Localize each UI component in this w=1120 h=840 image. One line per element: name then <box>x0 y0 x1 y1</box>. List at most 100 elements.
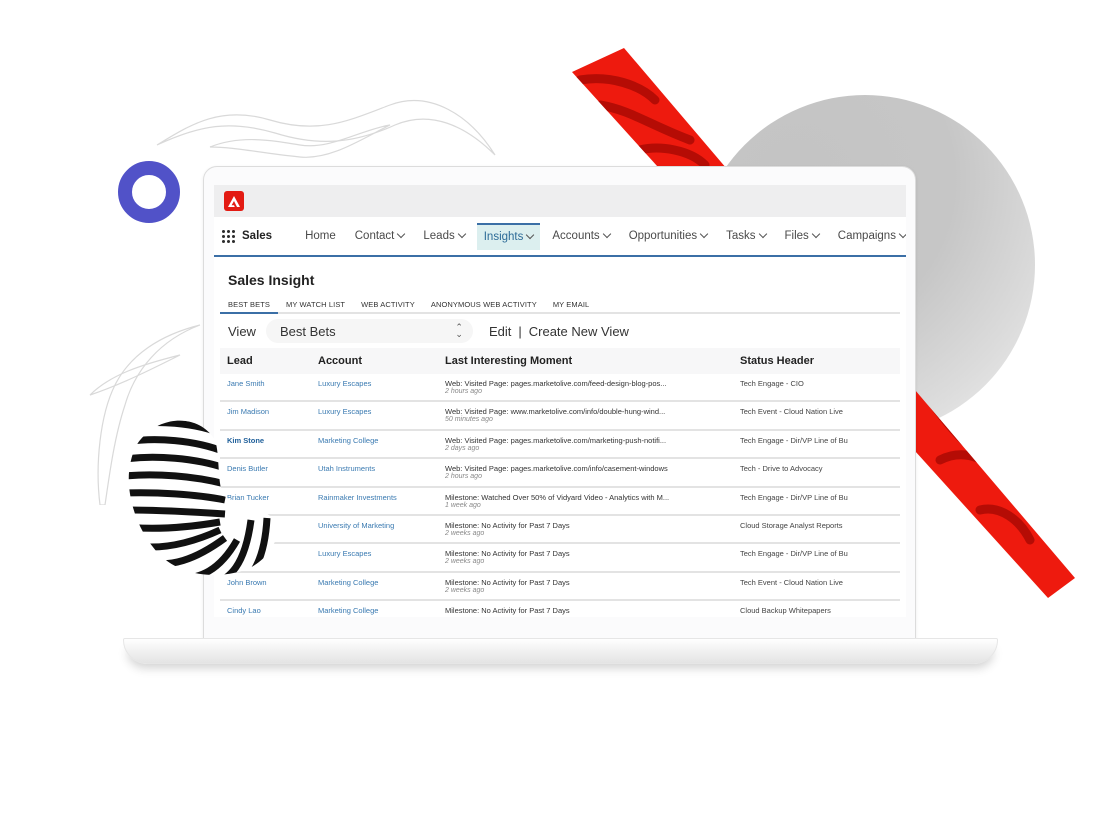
moment-cell: Web: Visited Page: pages.marketolive.com… <box>445 436 740 452</box>
moment-cell: Web: Visited Page: www.marketolive.com/i… <box>445 407 740 423</box>
table-row[interactable]: ...sonLuxury EscapesMilestone: No Activi… <box>220 544 900 573</box>
view-label: View <box>228 323 256 339</box>
status-cell: Tech Engage - CIO <box>740 379 804 388</box>
status-cell: Tech Event - Cloud Nation Live <box>740 407 843 417</box>
status-cell: Tech - Drive to Advocacy <box>740 464 823 474</box>
moment-cell: Milestone: Watched Over 50% of Vidyard V… <box>445 493 740 509</box>
nav-item-leads[interactable]: Leads <box>416 223 471 250</box>
moment-time: 2 weeks ago <box>445 586 485 594</box>
column-header-account[interactable]: Account <box>318 355 445 367</box>
status-cell: Cloud Storage Analyst Reports <box>740 520 843 530</box>
table-row[interactable]: Brian Tucker Rainmaker Investments Milesto… <box>220 488 900 516</box>
account-link[interactable]: Marketing College <box>318 578 445 587</box>
account-link[interactable]: University of Marketing <box>318 521 445 530</box>
lead-link[interactable]: Jane Smith <box>220 379 318 388</box>
app-window: Sales Home Contact Leads Insights Accounts Op… <box>214 185 906 617</box>
view-select[interactable]: Best Bets ⌃ ⌄ <box>265 319 473 343</box>
status-cell: Tech Engage - Dir/VP Line of Bu <box>740 492 848 502</box>
moment-text: Milestone: No Activity for Past 7 Days <box>445 520 570 530</box>
leads-table: Lead Account Last Interesting Moment Sta… <box>220 348 900 617</box>
chevron-down-icon <box>811 229 821 239</box>
moment-cell: Web: Visited Page: pages.marketolive.com… <box>445 379 740 395</box>
nav-item-insights[interactable]: Insights <box>476 222 541 250</box>
subtab-my-email[interactable]: MY EMAIL <box>545 300 598 314</box>
nav-item-files[interactable]: Files <box>778 223 826 250</box>
account-link[interactable]: Marketing College <box>318 436 445 445</box>
moment-time: 1 week ago <box>445 501 481 509</box>
moment-text: Web: Visited Page: pages.marketolive.com… <box>445 379 667 388</box>
top-bar <box>214 185 906 217</box>
account-link[interactable]: Luxury Escapes <box>318 379 445 388</box>
status-cell: Tech Engage - Dir/VP Line of Bu <box>740 549 848 559</box>
page-title: Sales Insight <box>228 272 315 288</box>
chevron-down-icon <box>898 229 906 239</box>
account-link[interactable]: Luxury Escapes <box>318 549 445 558</box>
edit-view-link[interactable]: Edit <box>489 324 511 339</box>
account-link[interactable]: Luxury Escapes <box>318 407 445 416</box>
table-row[interactable]: Jim Madison Luxury Escapes Web: Visited Pa… <box>220 402 900 431</box>
nav-item-label: Opportunities <box>628 230 698 242</box>
nav-item-opportunities[interactable]: Opportunities <box>622 223 714 250</box>
chevron-down-icon <box>457 229 466 239</box>
moment-text: Milestone: Watched Over 50% of Vidyard V… <box>445 492 670 502</box>
adobe-logo-icon[interactable] <box>224 191 244 211</box>
table-header: Lead Account Last Interesting Moment Sta… <box>220 348 900 374</box>
chevron-down-icon <box>602 229 611 239</box>
nav-item-label: Accounts <box>552 230 600 242</box>
chevron-down-icon <box>397 229 406 239</box>
app-launcher-icon[interactable] <box>222 229 235 243</box>
view-row: View Best Bets ⌃ ⌄ Edit | Create New View <box>214 314 906 348</box>
moment-cell: Milestone: No Activity for Past 7 Days 2 … <box>445 578 740 594</box>
moment-cell: Web: Visited Page: pages.marketolive.com… <box>445 464 740 480</box>
column-header-moment[interactable]: Last Interesting Moment <box>445 355 740 367</box>
nav-item-home[interactable]: Home <box>298 223 343 250</box>
column-header-lead[interactable]: Lead <box>220 355 318 367</box>
table-row[interactable]: University of Marketing Milestone: No Act… <box>220 516 900 545</box>
chevron-down-icon <box>758 229 767 239</box>
table-row[interactable]: Kim Stone Marketing College Web: Visited P… <box>220 431 900 460</box>
nav-item-tasks[interactable]: Tasks <box>719 223 772 250</box>
moment-time: 2 hours ago <box>445 473 482 481</box>
subtab-best-bets[interactable]: BEST BETS <box>220 300 279 314</box>
nav-item-label: Contact <box>354 230 395 242</box>
subtab-web-activity[interactable]: WEB ACTIVITY <box>353 300 423 314</box>
moment-time: 2 weeks ago <box>445 558 485 566</box>
status-cell: Tech Engage - Dir/VP Line of Bu <box>740 435 848 445</box>
app-name: Sales <box>242 230 273 242</box>
nav-item-label: Home <box>305 230 336 242</box>
subtab-my-watch-list[interactable]: MY WATCH LIST <box>278 300 353 314</box>
moment-text: Milestone: No Activity for Past 7 Days <box>445 606 570 616</box>
table-row[interactable]: Cindy Lao Marketing College Milestone: No … <box>220 601 900 617</box>
status-cell: Tech Event - Cloud Nation Live <box>740 577 843 587</box>
table-body: Jane Smith Luxury Escapes Web: Visited Pag… <box>220 374 900 617</box>
decorative-striped-tube <box>128 420 278 575</box>
account-link[interactable]: Utah Instruments <box>318 464 445 473</box>
column-header-status[interactable]: Status Header <box>740 355 900 367</box>
main-nav: Sales Home Contact Leads Insights Accounts Op… <box>214 217 906 257</box>
nav-item-contact[interactable]: Contact <box>348 223 412 250</box>
moment-text: Web: Visited Page: www.marketolive.com/i… <box>445 407 666 417</box>
moment-text: Web: Visited Page: pages.marketolive.com… <box>445 435 667 445</box>
nav-item-accounts[interactable]: Accounts <box>545 223 616 250</box>
table-row[interactable]: John Brown Marketing College Milestone: No… <box>220 573 900 602</box>
nav-item-campaigns[interactable]: Campaigns <box>831 223 906 250</box>
moment-cell: Milestone: No Activity for Past 7 Days 2 … <box>445 549 740 565</box>
table-row[interactable]: Jane Smith Luxury Escapes Web: Visited Pag… <box>220 374 900 403</box>
separator: | <box>518 323 522 339</box>
moment-text: Milestone: No Activity for Past 7 Days <box>445 577 570 587</box>
subtab-anonymous-web-activity[interactable]: ANONYMOUS WEB ACTIVITY <box>423 300 545 314</box>
lead-link[interactable]: Cindy Lao <box>220 606 318 615</box>
moment-time: 2 weeks ago <box>445 529 485 537</box>
account-link[interactable]: Marketing College <box>318 606 445 615</box>
nav-item-label: Tasks <box>726 230 756 242</box>
moment-time: 50 minutes ago <box>445 416 493 424</box>
chevron-down-icon <box>699 229 709 239</box>
create-new-view-link[interactable]: Create New View <box>529 324 629 339</box>
table-row[interactable]: Denis Butler Utah Instruments Web: Visited… <box>220 459 900 488</box>
view-selected-value: Best Bets <box>279 323 336 339</box>
up-down-chevron-icon: ⌃ ⌄ <box>455 322 463 339</box>
subtabs: BEST BETS MY WATCH LIST WEB ACTIVITY ANONYM… <box>220 300 900 314</box>
nav-item-label: Files <box>784 230 809 242</box>
account-link[interactable]: Rainmaker Investments <box>318 493 445 502</box>
decorative-blue-ring <box>118 161 180 223</box>
